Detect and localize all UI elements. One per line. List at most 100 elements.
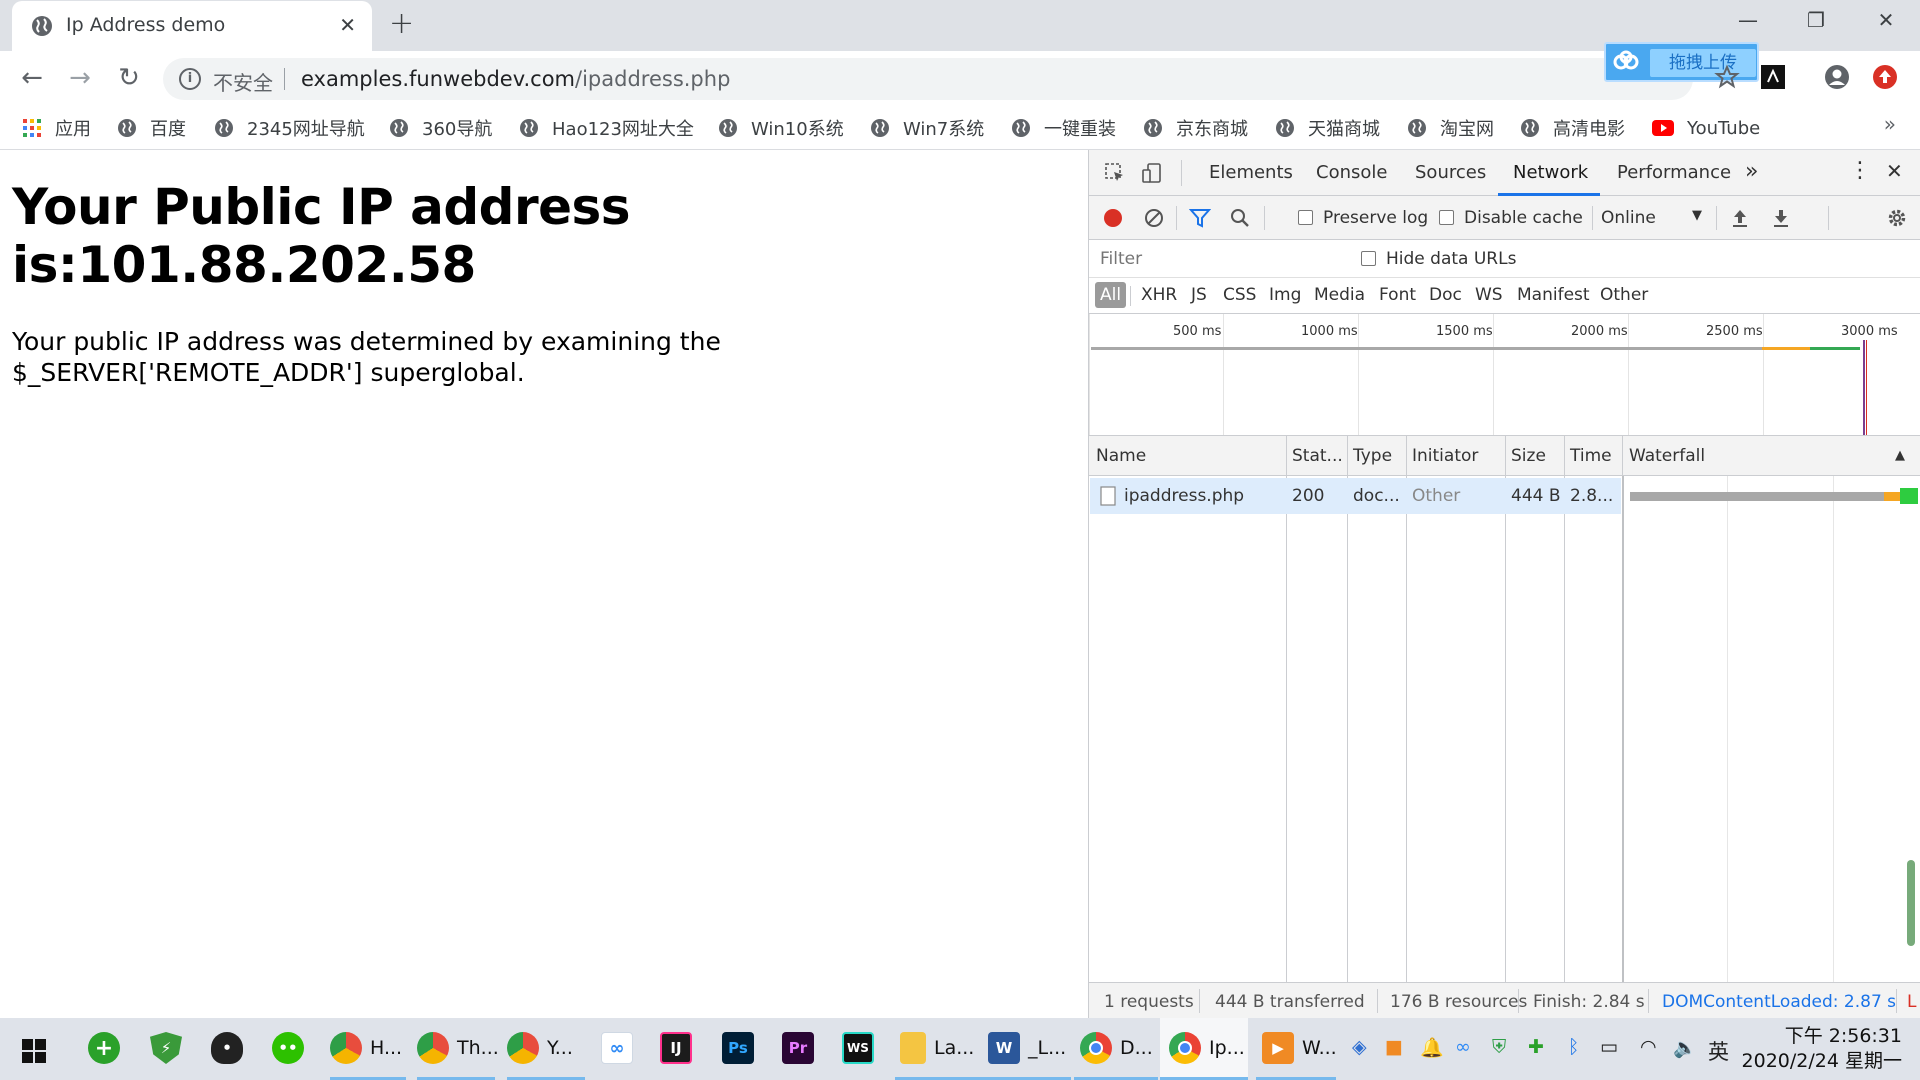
taskbar-app-window[interactable]: H... xyxy=(330,1028,402,1068)
url-text[interactable]: examples.funwebdev.com/ipaddress.php xyxy=(301,67,730,91)
bookmarks-overflow-button[interactable]: » xyxy=(1884,112,1896,136)
tray-ime-indicator[interactable]: 英 xyxy=(1708,1036,1729,1066)
bookmark-item[interactable]: Win7系统 xyxy=(870,114,984,142)
bookmark-star-icon[interactable] xyxy=(1714,64,1740,90)
taskbar-app-window[interactable]: W _L... xyxy=(988,1028,1066,1068)
update-alert-icon[interactable] xyxy=(1872,64,1898,90)
import-har-icon[interactable] xyxy=(1731,208,1749,228)
throttle-select[interactable]: Online xyxy=(1601,208,1656,228)
address-bar[interactable]: i 不安全 examples.funwebdev.com/ipaddress.p… xyxy=(163,58,1693,100)
type-filter-font[interactable]: Font xyxy=(1379,285,1416,305)
type-filter-js[interactable]: JS xyxy=(1191,285,1207,305)
taskbar-app-window[interactable]: ▶ W... xyxy=(1262,1028,1337,1068)
table-row[interactable]: ipaddress.php 200 doc... Other 444 B 2.8… xyxy=(1089,478,1920,514)
type-filter-img[interactable]: Img xyxy=(1269,285,1301,305)
tray-battery-icon[interactable]: ▭ xyxy=(1600,1036,1618,1058)
tray-wifi-icon[interactable]: ◠ xyxy=(1640,1036,1657,1058)
column-time[interactable]: Time xyxy=(1570,446,1612,466)
type-filter-all[interactable]: All xyxy=(1095,282,1127,308)
type-filter-css[interactable]: CSS xyxy=(1223,285,1256,305)
record-icon[interactable] xyxy=(1102,207,1124,229)
bookmark-item[interactable]: Hao123网址大全 xyxy=(519,114,694,142)
bookmark-item[interactable]: 2345网址导航 xyxy=(214,114,365,142)
taskbar-app[interactable]: ∞ xyxy=(601,1028,641,1068)
tray-baidu-cloud-icon[interactable]: ∞ xyxy=(1455,1036,1471,1058)
taskbar-app[interactable]: IJ xyxy=(660,1028,700,1068)
taskbar-app-window[interactable]: La... xyxy=(900,1028,974,1068)
taskbar-app[interactable]: WS xyxy=(842,1028,882,1068)
taskbar-app-window-active[interactable]: Ip... xyxy=(1169,1028,1245,1068)
taskbar-app[interactable]: • xyxy=(211,1028,251,1068)
restore-button[interactable]: ❐ xyxy=(1796,8,1836,32)
tab-sources[interactable]: Sources xyxy=(1415,162,1486,183)
extension-black-icon[interactable] xyxy=(1760,64,1786,90)
column-waterfall[interactable]: Waterfall xyxy=(1629,446,1705,466)
taskbar-app[interactable]: + xyxy=(88,1028,128,1068)
type-filter-other[interactable]: Other xyxy=(1600,285,1648,305)
inspect-element-icon[interactable] xyxy=(1104,162,1126,184)
taskbar-app-window[interactable]: Y... xyxy=(507,1028,573,1068)
column-status[interactable]: Stat... xyxy=(1292,446,1343,466)
sort-ascending-icon[interactable]: ▲ xyxy=(1895,448,1905,463)
tray-dropbox-icon[interactable]: ◈ xyxy=(1352,1036,1367,1058)
tab-close-icon[interactable]: ✕ xyxy=(339,13,356,37)
filter-input[interactable] xyxy=(1094,245,1344,272)
new-tab-button[interactable]: + xyxy=(389,6,414,41)
devtools-menu-icon[interactable]: ⋮ xyxy=(1849,158,1871,183)
tray-360-icon[interactable]: ✚ xyxy=(1528,1036,1544,1058)
windows-start-icon[interactable] xyxy=(22,1039,46,1063)
column-size[interactable]: Size xyxy=(1511,446,1546,466)
hide-data-urls-checkbox[interactable] xyxy=(1361,251,1376,266)
tab-performance[interactable]: Performance xyxy=(1617,162,1731,183)
devtools-close-icon[interactable]: ✕ xyxy=(1886,159,1903,183)
tray-volume-icon[interactable]: 🔈 xyxy=(1673,1036,1697,1059)
bookmark-item[interactable]: 高清电影 xyxy=(1520,114,1625,142)
bookmark-item[interactable]: 淘宝网 xyxy=(1407,114,1494,142)
timeline-overview[interactable]: 500 ms 1000 ms 1500 ms 2000 ms 2500 ms 3… xyxy=(1089,314,1920,436)
column-name[interactable]: Name xyxy=(1096,446,1146,466)
taskbar-app-window[interactable]: Th... xyxy=(417,1028,499,1068)
bookmark-item[interactable]: 一键重装 xyxy=(1011,114,1116,142)
type-filter-doc[interactable]: Doc xyxy=(1429,285,1462,305)
tray-app-icon[interactable]: ■ xyxy=(1385,1036,1403,1058)
tray-notification-icon[interactable]: 🔔 xyxy=(1420,1036,1444,1059)
bookmark-item[interactable]: 360导航 xyxy=(389,114,492,142)
preserve-log-checkbox[interactable] xyxy=(1298,210,1313,225)
taskbar-app[interactable]: •• xyxy=(272,1028,312,1068)
tray-shield-icon[interactable]: ⛨ xyxy=(1492,1036,1506,1058)
bookmark-item[interactable]: Win10系统 xyxy=(718,114,844,142)
search-icon[interactable] xyxy=(1230,208,1250,228)
taskbar-app-window[interactable]: D... xyxy=(1080,1028,1153,1068)
back-button[interactable]: ← xyxy=(16,63,48,95)
tray-bluetooth-icon[interactable]: ᛒ xyxy=(1568,1036,1579,1058)
browser-tab-active[interactable]: Ip Address demo ✕ xyxy=(12,1,372,51)
bookmark-item[interactable]: 京东商城 xyxy=(1143,114,1248,142)
disable-cache-checkbox[interactable] xyxy=(1439,210,1454,225)
device-toolbar-icon[interactable] xyxy=(1141,162,1163,184)
type-filter-manifest[interactable]: Manifest xyxy=(1517,285,1590,305)
type-filter-media[interactable]: Media xyxy=(1314,285,1365,305)
taskbar-app[interactable]: ⚡ xyxy=(150,1028,190,1068)
tab-console[interactable]: Console xyxy=(1316,162,1387,183)
type-filter-xhr[interactable]: XHR xyxy=(1141,285,1177,305)
bookmark-item[interactable]: 天猫商城 xyxy=(1275,114,1380,142)
export-har-icon[interactable] xyxy=(1772,208,1790,228)
settings-gear-icon[interactable] xyxy=(1886,207,1908,229)
scrollbar-thumb[interactable] xyxy=(1907,860,1915,946)
bookmark-apps[interactable]: 应用 xyxy=(22,114,91,142)
upload-button[interactable]: 拖拽上传 xyxy=(1650,49,1756,77)
reload-button[interactable]: ↻ xyxy=(113,63,145,95)
more-tabs-button[interactable]: » xyxy=(1745,159,1758,184)
bookmark-youtube[interactable]: YouTube xyxy=(1652,114,1760,142)
type-filter-ws[interactable]: WS xyxy=(1475,285,1503,305)
site-info-icon[interactable]: i xyxy=(179,68,201,90)
taskbar-app[interactable]: Pr xyxy=(782,1028,822,1068)
window-close-button[interactable]: ✕ xyxy=(1866,8,1906,32)
tab-elements[interactable]: Elements xyxy=(1209,162,1293,183)
filter-icon[interactable] xyxy=(1189,208,1211,228)
profile-avatar-icon[interactable] xyxy=(1824,64,1850,90)
minimize-button[interactable]: — xyxy=(1728,8,1768,32)
chevron-down-icon[interactable]: ▼ xyxy=(1692,208,1702,223)
column-initiator[interactable]: Initiator xyxy=(1412,446,1478,466)
forward-button[interactable]: → xyxy=(64,63,96,95)
